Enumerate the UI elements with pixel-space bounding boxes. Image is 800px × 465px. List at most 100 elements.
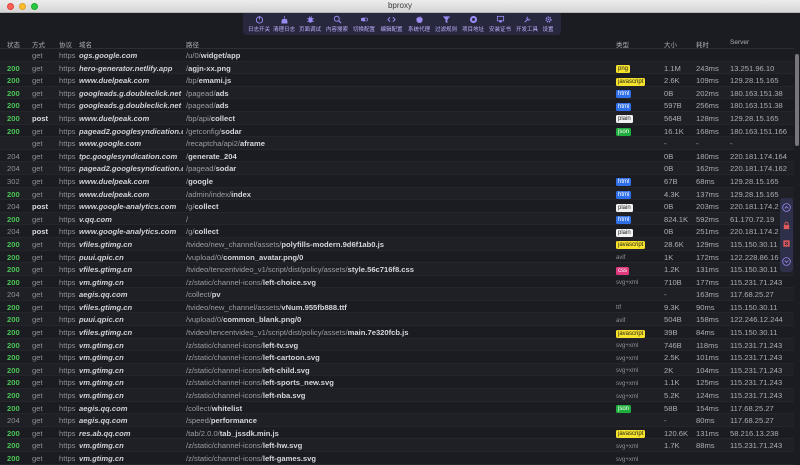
table-row[interactable]: 200 get https vm.gtimg.cn/z/static/channel-…	[0, 338, 794, 352]
protocol-cell: https	[59, 378, 76, 388]
time-cell: 124ms	[696, 391, 719, 401]
table-row[interactable]: 200 get https vfiles.gtimg.cn/tvideo/tencen…	[0, 326, 794, 339]
header-host[interactable]: 域名	[79, 39, 92, 49]
type-badge: svg+xml	[616, 380, 639, 387]
table-row[interactable]: 200 get https www.duelpeak.com/admin/index/…	[0, 187, 794, 201]
host-cell: hero-generator.netlify.app	[79, 63, 173, 73]
status-cell: 200	[7, 391, 20, 401]
type-badge: javascript	[616, 77, 646, 86]
window-title: bproxy	[387, 1, 412, 10]
type-badge: html	[616, 102, 632, 111]
toolbar-button-search[interactable]: 内容搜索	[324, 13, 350, 35]
table-row[interactable]: 200 get https vm.gtimg.cn/z/static/channel-…	[0, 452, 794, 465]
time-cell: 88ms	[696, 441, 715, 451]
toolbar-button-apple[interactable]: 系统代理	[406, 13, 432, 35]
header-time[interactable]: 耗时	[696, 39, 709, 49]
path-cell: /tab/2.0.0/tab_jssdk.min.js	[186, 429, 614, 438]
time-cell: 129ms	[696, 239, 719, 249]
path-cell: /z/static/channel-icons/left-hw.svg	[186, 441, 614, 450]
table-row[interactable]: 200 get https hero-generator.netlify.app/ag…	[0, 61, 794, 75]
table-row[interactable]: 204 get https pagead2.googlesyndication.c..…	[0, 162, 794, 175]
time-cell: 172ms	[696, 252, 719, 262]
time-cell: 168ms	[696, 126, 719, 136]
table-row[interactable]: 204 post https www.google-analytics.com/g/c…	[0, 225, 794, 238]
scrollbar[interactable]	[794, 36, 800, 458]
table-row[interactable]: 200 get https res.ab.qq.com/tab/2.0.0/tab_j…	[0, 427, 794, 440]
table-row[interactable]: 204 post https www.google-analytics.com/g/c…	[0, 200, 794, 213]
table-row[interactable]: 200 get https vfiles.gtimg.cn/tvideo/new_ch…	[0, 237, 794, 251]
lock-icon[interactable]	[782, 221, 791, 230]
toolbar-button-switch[interactable]: 切换配置	[351, 13, 377, 35]
header-method[interactable]: 方式	[32, 39, 45, 49]
server-cell: 180.163.151.38	[730, 101, 783, 111]
table-row[interactable]: 200 get https vm.gtimg.cn/z/static/channel-…	[0, 363, 794, 377]
toolbar-label: 页面调试	[298, 27, 321, 33]
toolbar-button-gear[interactable]: 设置	[539, 13, 557, 35]
table-row[interactable]: 200 get https puui.qpic.cn/vupload/0/common…	[0, 251, 794, 264]
table-row[interactable]: 200 get https v.qq.com / html 824.1K 592ms 61.17…	[0, 212, 794, 226]
type-cell: svg+xml	[616, 441, 660, 451]
header-type[interactable]: 类型	[616, 39, 629, 49]
path-cell: /z/static/channel-icons/left-tv.svg	[186, 341, 614, 350]
table-row[interactable]: 200 get https puui.qpic.cn/vupload/0/common…	[0, 313, 794, 327]
table-row[interactable]: 302 get https www.duelpeak.com/google html 67…	[0, 175, 794, 188]
protocol-cell: https	[59, 290, 76, 300]
path-resource: google	[188, 176, 214, 186]
path-prefix: /z/static/channel-icons/	[186, 277, 263, 287]
toolbar-button-broom[interactable]: 清理日志	[271, 13, 297, 35]
table-row[interactable]: 200 get https www.duelpeak.com/bp/emami.js j…	[0, 74, 794, 87]
type-badge: ttf	[616, 305, 622, 312]
scrollbar-thumb[interactable]	[795, 54, 799, 146]
server-cell: -	[730, 139, 733, 149]
table-row[interactable]: get https www.google.com/recaptcha/api2/af…	[0, 137, 794, 150]
size-cell: 2K	[664, 365, 674, 375]
chevron-down-icon[interactable]	[782, 257, 791, 266]
table-row[interactable]: get https ogs.google.com/u/0/widget/app	[0, 49, 794, 62]
header-server[interactable]: Server	[730, 39, 749, 46]
table-row[interactable]: 200 get https pagead2.googlesyndication.c..…	[0, 125, 794, 138]
toolbar-button-power[interactable]: 日志开关	[246, 13, 272, 35]
toolbar-button-certificate[interactable]: 安装证书	[487, 13, 513, 35]
protocol-cell: https	[59, 101, 76, 111]
status-cell: 200	[7, 214, 20, 224]
header-path[interactable]: 路径	[186, 39, 199, 49]
toolbar-button-bug[interactable]: 页面调试	[297, 13, 323, 35]
server-cell: 115.231.71.243	[730, 340, 783, 350]
path-resource: polyfills-modern.9d6f1ab0.js	[281, 239, 384, 249]
delete-icon[interactable]	[782, 239, 791, 248]
table-row[interactable]: 204 get https tpc.googlesyndication.com/gen…	[0, 150, 794, 163]
path-prefix: /tvideo/new_channel/assets/	[186, 239, 282, 249]
method-cell: get	[32, 340, 43, 350]
table-row[interactable]: 200 get https vm.gtimg.cn/z/static/channel-…	[0, 389, 794, 402]
type-cell: plain	[616, 113, 660, 124]
table-row[interactable]: 200 get https vm.gtimg.cn/z/static/channel-…	[0, 276, 794, 289]
header-size[interactable]: 大小	[664, 39, 677, 49]
header-protocol[interactable]: 协议	[59, 39, 72, 49]
toolbar-button-filter[interactable]: 过滤规则	[433, 13, 459, 35]
switch-icon	[351, 15, 377, 24]
path-prefix: /recaptcha/api2/	[186, 139, 241, 149]
table-row[interactable]: 200 get https vfiles.gtimg.cn/tvideo/new_ch…	[0, 301, 794, 314]
table-row[interactable]: 200 get https vm.gtimg.cn/z/static/channel-…	[0, 439, 794, 452]
title-bar: bproxy	[0, 0, 800, 13]
table-row[interactable]: 200 get https googleads.g.doubleclick.net/p…	[0, 86, 794, 100]
table-row[interactable]: 200 get https googleads.g.doubleclick.net/p…	[0, 99, 794, 112]
time-cell: 109ms	[696, 76, 719, 86]
type-badge: html	[616, 178, 632, 187]
header-status[interactable]: 状态	[7, 39, 20, 49]
table-row[interactable]: 200 get https vm.gtimg.cn/z/static/channel-…	[0, 376, 794, 390]
table-row[interactable]: 200 post https www.duelpeak.com/bp/api/coll…	[0, 111, 794, 125]
toolbar-button-code[interactable]: 编辑配置	[378, 13, 405, 35]
table-row[interactable]: 200 get https aegis.qq.com/collect/whitelis…	[0, 402, 794, 415]
toolbar-button-tools[interactable]: 开发工具	[514, 13, 540, 35]
time-cell: 131ms	[696, 428, 719, 438]
table-row[interactable]: 200 get https vfiles.gtimg.cn/tvideo/tencen…	[0, 263, 794, 276]
table-row[interactable]: 200 get https vm.gtimg.cn/z/static/channel-…	[0, 351, 794, 364]
table-row[interactable]: 204 get https aegis.qq.com/collect/pv - 163ms…	[0, 288, 794, 301]
chevron-up-icon[interactable]	[782, 203, 791, 212]
protocol-cell: https	[59, 265, 76, 275]
size-cell: 5.2K	[664, 391, 680, 401]
size-cell: 2.6K	[664, 76, 680, 86]
table-row[interactable]: 204 get https aegis.qq.com/speed/performanc…	[0, 414, 794, 427]
toolbar-button-github[interactable]: 项目地址	[460, 13, 486, 35]
